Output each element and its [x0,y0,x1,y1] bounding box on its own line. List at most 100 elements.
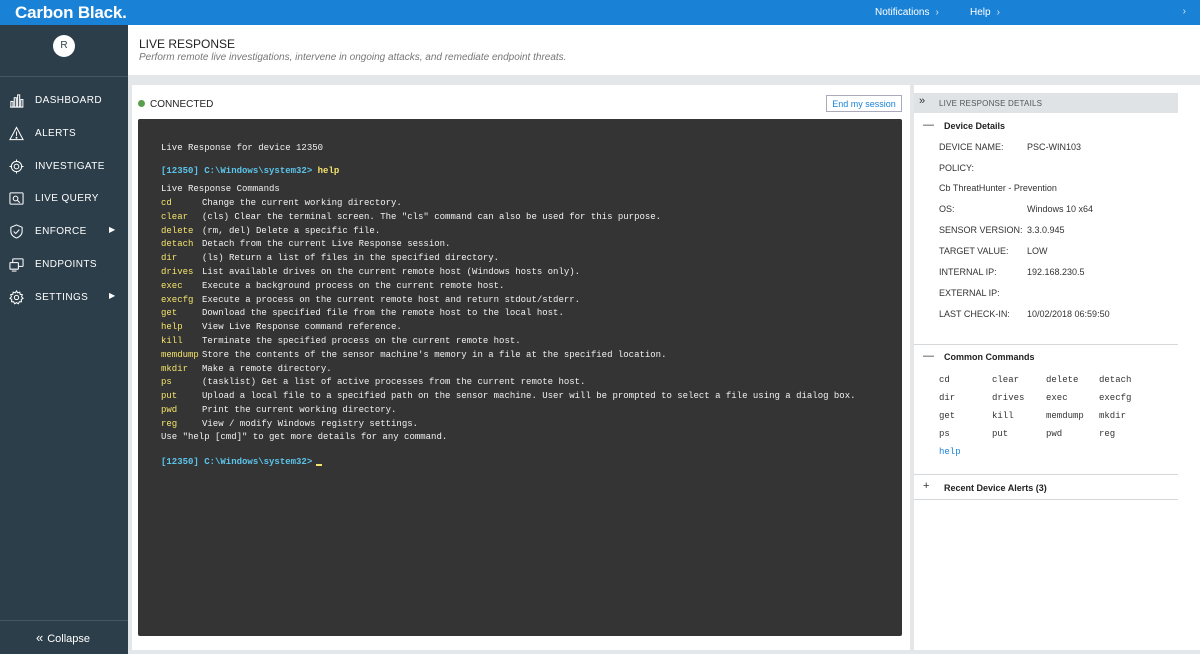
sidebar-item-alerts[interactable]: ALERTS [0,118,128,148]
command-row: help View Live Response command reference… [161,322,402,332]
common-command-link[interactable]: get [939,411,955,421]
common-command-link[interactable]: memdump [1046,411,1084,421]
commands-heading: Live Response Commands [161,184,280,194]
recent-alerts-title[interactable]: Recent Device Alerts (3) [944,483,1047,493]
device-details-title[interactable]: Device Details [944,121,1005,131]
common-command-link[interactable]: kill [992,411,1014,421]
divider [914,474,1178,475]
sidebar-item-endpoints[interactable]: ENDPOINTS [0,249,128,279]
collapse-label: Collapse [47,633,91,645]
warning-icon [9,126,24,141]
sidebar-item-dashboard[interactable]: DASHBOARD [0,85,128,115]
command-row: kill Terminate the specified process on t… [161,336,521,346]
common-command-link[interactable]: pwd [1046,429,1062,439]
command-description: Execute a background process on the curr… [202,280,505,291]
avatar[interactable]: R [53,35,75,57]
command-description: Detach from the current Live Response se… [202,239,451,250]
common-command-link[interactable]: drives [992,393,1024,403]
crosshair-icon [9,159,24,174]
device-field-label: POLICY: [939,163,975,173]
end-session-button[interactable]: End my session [826,95,902,112]
command-row: reg View / modify Windows registry settin… [161,419,418,429]
chevron-right-icon: › [935,7,939,18]
sidebar-item-live-query[interactable]: LIVE QUERY [0,183,128,213]
command-row: pwd Print the current working directory. [161,405,396,415]
command-name: mkdir [161,363,189,374]
command-row: detach Detach from the current Live Respo… [161,239,450,249]
live-response-panel: CONNECTED End my session Live Response f… [132,85,910,650]
common-commands-title[interactable]: Common Commands [944,352,1035,362]
common-command-link[interactable]: exec [1046,393,1068,403]
common-command-link[interactable]: help [939,447,961,457]
help-link[interactable]: Help › [970,7,1000,18]
common-command-link[interactable]: execfg [1099,393,1131,403]
command-description: (tasklist) Get a list of active processe… [202,377,586,388]
collapse-section-icon[interactable]: — [923,119,934,131]
sidebar-item-label: ENFORCE [35,226,87,237]
command-row: put Upload a local file to a specified pa… [161,391,856,401]
double-chevron-right-icon[interactable]: » [919,95,925,107]
common-command-link[interactable]: dir [939,393,955,403]
page-title: LIVE RESPONSE [139,37,236,51]
common-command-link[interactable]: clear [992,375,1019,385]
expand-section-icon[interactable]: + [923,480,929,492]
device-field-label: DEVICE NAME: [939,142,1004,152]
common-command-link[interactable]: ps [939,429,950,439]
command-row: delete (rm, del) Delete a specific file. [161,226,380,236]
command-description: Change the current working directory. [202,198,402,208]
connection-status: CONNECTED [138,99,213,110]
command-description: Execute a process on the current remote … [202,294,581,305]
notifications-link[interactable]: Notifications › [875,7,939,18]
command-name: help [161,322,183,333]
terminal-input-line[interactable]: [12350] C:\Windows\system32> [161,457,323,467]
command-name: clear [161,211,189,222]
device-field-value: LOW [1027,246,1048,256]
collapse-button[interactable]: «Collapse [36,630,90,645]
status-dot-icon [138,100,145,107]
sidebar-item-investigate[interactable]: INVESTIGATE [0,151,128,181]
chevron-right-icon: › [996,7,1000,18]
device-field-label: TARGET VALUE: [939,246,1009,256]
divider [0,76,128,77]
help-label: Help [970,7,991,18]
sidebar-item-settings[interactable]: SETTINGS ▶ [0,282,128,312]
command-name: delete [161,225,194,236]
common-command-link[interactable]: delete [1046,375,1078,385]
device-field-label: EXTERNAL IP: [939,288,1000,298]
command-name: reg [161,418,178,429]
command-description: View Live Response command reference. [202,322,402,333]
command-description: Upload a local file to a specified path … [202,391,856,402]
collapse-section-icon[interactable]: — [923,350,934,362]
common-command-link[interactable]: mkdir [1099,411,1126,421]
brand-logo[interactable]: Carbon Black. [15,3,127,23]
status-label: CONNECTED [150,99,214,110]
sidebar-item-enforce[interactable]: ENFORCE ▶ [0,216,128,246]
command-name: kill [161,336,183,346]
command-row: get Download the specified file from the … [161,308,564,318]
notifications-label: Notifications [875,7,930,18]
device-field-value: 192.168.230.5 [1027,267,1085,277]
command-name: detach [161,239,194,250]
command-description: Store the contents of the sensor machine… [202,349,667,360]
command-name: get [161,308,178,319]
terminal[interactable]: Live Response for device 12350 [12350] C… [138,119,902,636]
common-command-link[interactable]: detach [1099,375,1131,385]
device-field-value: 3.3.0.945 [1027,225,1065,235]
common-command-link[interactable]: put [992,429,1008,439]
command-name: cd [161,198,172,208]
common-command-link[interactable]: cd [939,375,950,385]
chevron-right-icon[interactable]: › [1183,6,1186,17]
command-row: dir (ls) Return a list of files in the sp… [161,253,499,263]
device-field-label: SENSOR VERSION: [939,225,1023,235]
sidebar: R DASHBOARD ALERTS INVESTIGATE LIVE QUER… [0,25,128,654]
details-panel: » LIVE RESPONSE DETAILS — Device Details… [914,85,1200,650]
terminal-banner: Live Response for device 12350 [161,143,324,153]
command-name: dir [161,253,178,264]
common-command-link[interactable]: reg [1099,429,1115,439]
details-panel-title: LIVE RESPONSE DETAILS [939,99,1043,108]
sidebar-item-label: INVESTIGATE [35,161,105,172]
details-panel-header[interactable]: » LIVE RESPONSE DETAILS [914,93,1178,113]
command-row: drives List available drives on the curre… [161,267,580,277]
endpoints-icon [9,257,24,272]
device-field-label: INTERNAL IP: [939,267,997,277]
